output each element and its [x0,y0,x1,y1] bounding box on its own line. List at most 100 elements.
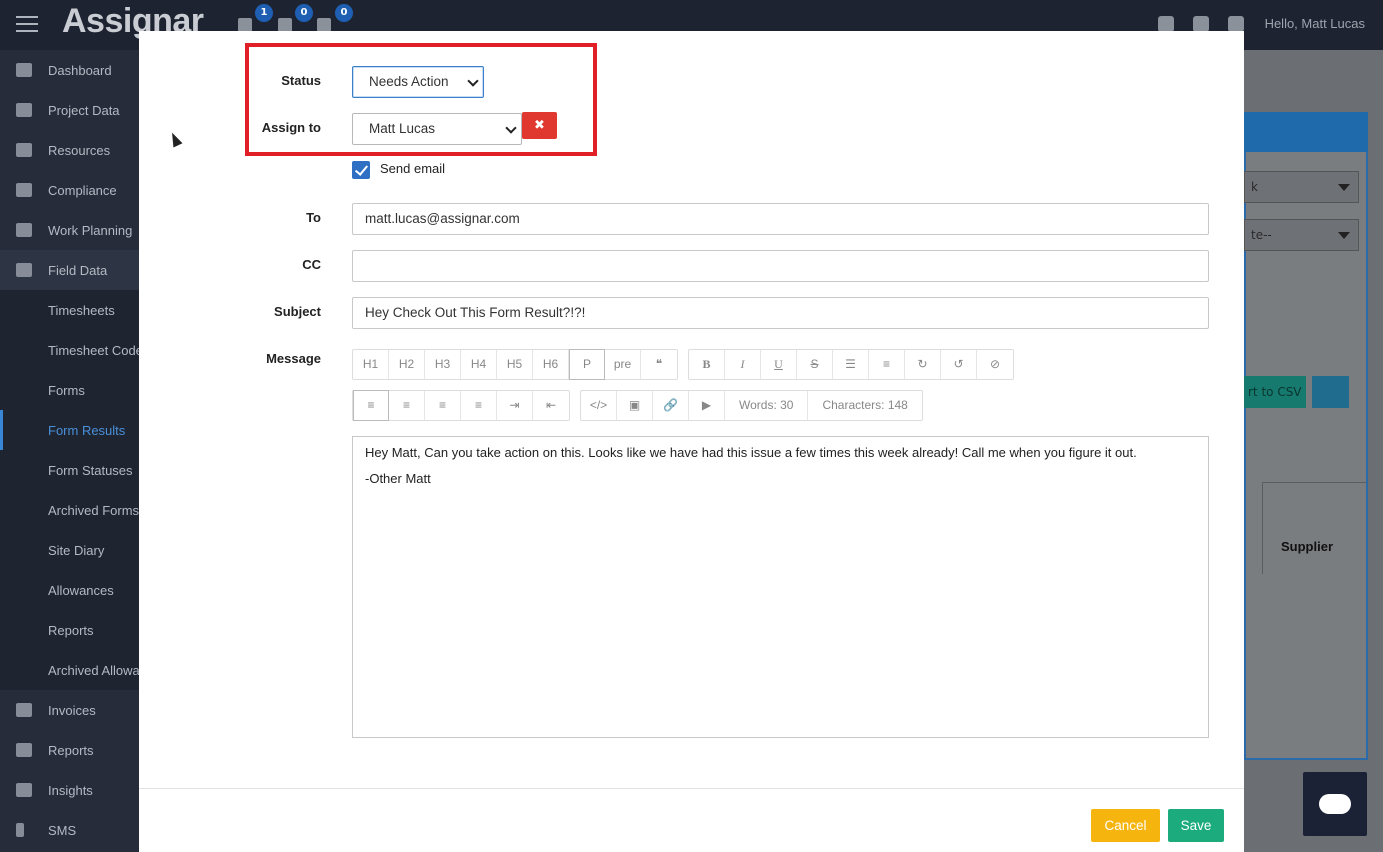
chevron-down-icon [505,122,517,134]
sidebar-item-timesheets[interactable]: Timesheets [0,290,139,330]
bell-icon[interactable] [1193,16,1209,32]
user-icon[interactable] [238,18,252,32]
h6-button[interactable]: H6 [533,350,569,379]
format-block-group: H1 H2 H3 H4 H5 H6 P pre ❝ [352,349,678,380]
box-icon[interactable] [278,18,292,32]
graduation-cap-icon [16,183,32,197]
assign-to-label: Assign to [261,120,321,135]
h4-button[interactable]: H4 [461,350,497,379]
bar-chart-icon [16,743,32,757]
sidebar-item-reports[interactable]: Reports [0,730,139,770]
to-field[interactable]: matt.lucas@assignar.com [352,203,1209,235]
align-center-icon[interactable]: ≡ [389,391,425,420]
subject-field[interactable]: Hey Check Out This Form Result?!?! [352,297,1209,329]
sidebar-item-form-statuses[interactable]: Form Statuses [0,450,139,490]
calendar-icon [16,223,32,237]
sidebar-item-resources[interactable]: Resources [0,130,139,170]
background-panel-header [1244,112,1368,152]
sidebar-item-site-diary[interactable]: Site Diary [0,530,139,570]
clear-format-icon[interactable]: ⊘ [977,350,1013,379]
paragraph-button[interactable]: P [569,349,605,380]
form-result-modal: Status Needs Action Assign to Matt Lucas… [139,31,1244,852]
background-select-1: k [1244,171,1359,203]
chevron-down-icon [467,75,479,87]
background-export-csv-button: rt to CSV [1244,376,1306,408]
h5-button[interactable]: H5 [497,350,533,379]
send-email-label[interactable]: Send email [380,161,445,176]
undo-icon[interactable]: ↺ [941,350,977,379]
image-icon[interactable]: ▣ [617,391,653,420]
hamburger-menu-icon[interactable] [16,16,38,32]
save-button[interactable]: Save [1168,809,1224,842]
sidebar-item-archived-forms[interactable]: Archived Forms [0,490,139,530]
cc-label: CC [302,257,321,272]
text-style-group: B I U S ☰ ≡ ↻ ↺ ⊘ [688,349,1014,380]
link-icon[interactable]: 🔗 [653,391,689,420]
italic-icon[interactable]: I [725,350,761,379]
message-editor[interactable]: Hey Matt, Can you take action on this. L… [352,436,1209,738]
strikethrough-icon[interactable]: S [797,350,833,379]
h1-button[interactable]: H1 [353,350,389,379]
message-line-1: Hey Matt, Can you take action on this. L… [365,445,1137,460]
outdent-icon[interactable]: ⇤ [533,391,569,420]
user-count-badge: 1 [255,4,273,22]
redo-icon[interactable]: ↻ [905,350,941,379]
assign-to-select[interactable]: Matt Lucas [352,113,522,145]
quote-icon[interactable]: ❝ [641,350,677,379]
support-chat-button[interactable] [1303,772,1367,836]
numbered-list-icon[interactable]: ≡ [869,350,905,379]
video-icon[interactable]: ▶ [689,391,725,420]
send-email-checkbox[interactable] [352,161,370,179]
sidebar-item-archived-allowances[interactable]: Archived Allowances [0,650,139,690]
background-column-header: Supplier [1262,482,1366,574]
user-greeting[interactable]: Hello, Matt Lucas [1265,16,1365,31]
briefcase-icon [16,103,32,117]
status-label: Status [281,73,321,88]
alignment-group: ≡ ≡ ≡ ≡ ⇥ ⇤ [352,390,570,421]
bullet-list-icon[interactable]: ☰ [833,350,869,379]
bold-icon[interactable]: B [689,350,725,379]
sidebar-item-timesheet-codes[interactable]: Timesheet Codes [0,330,139,370]
sidebar-item-field-data[interactable]: Field Data [0,250,139,290]
background-select-2: te-- [1244,219,1359,251]
align-right-icon[interactable]: ≡ [425,391,461,420]
sidebar-item-compliance[interactable]: Compliance [0,170,139,210]
sidebar-item-insights[interactable]: Insights [0,770,139,810]
chat-bubble-icon [1319,794,1351,814]
chat-icon[interactable] [1158,16,1174,32]
align-justify-icon[interactable]: ≡ [461,391,497,420]
sidebar-item-work-planning[interactable]: Work Planning [0,210,139,250]
indent-icon[interactable]: ⇥ [497,391,533,420]
sidebar-item-project-data[interactable]: Project Data [0,90,139,130]
underline-icon[interactable]: U [761,350,797,379]
sidebar-item-forms[interactable]: Forms [0,370,139,410]
list-icon [16,703,32,717]
h2-button[interactable]: H2 [389,350,425,379]
sidebar-item-form-results[interactable]: Form Results [0,410,139,450]
user-avatar-icon[interactable] [1228,16,1244,32]
sidebar-item-sms[interactable]: SMS [0,810,139,850]
sidebar-item-dashboard[interactable]: Dashboard [0,50,139,90]
status-select[interactable]: Needs Action [352,66,484,98]
cancel-button[interactable]: Cancel [1091,809,1160,842]
cc-field[interactable] [352,250,1209,282]
align-left-icon[interactable]: ≡ [353,390,389,421]
sidebar-item-field-reports[interactable]: Reports [0,610,139,650]
box-count-badge: 0 [295,4,313,22]
sidebar-item-invoices[interactable]: Invoices [0,690,139,730]
sidebar-item-allowances[interactable]: Allowances [0,570,139,610]
code-icon[interactable]: </> [581,391,617,420]
sidebar: Dashboard Project Data Resources Complia… [0,50,139,852]
mobile-icon [16,823,24,837]
h3-button[interactable]: H3 [425,350,461,379]
remove-assignee-button[interactable]: ✖ [522,112,557,139]
gauge-icon [16,63,32,77]
caret-down-icon [1338,184,1350,191]
pre-button[interactable]: pre [605,350,641,379]
background-panel [1244,112,1368,760]
editor-toolbar-row-1: H1 H2 H3 H4 H5 H6 P pre ❝ B I U S ☰ ≡ ↻ … [352,349,1024,380]
briefcase-icon[interactable] [317,18,331,32]
message-label: Message [266,351,321,366]
background-columns-button [1312,376,1349,408]
message-line-2: -Other Matt [365,471,431,486]
